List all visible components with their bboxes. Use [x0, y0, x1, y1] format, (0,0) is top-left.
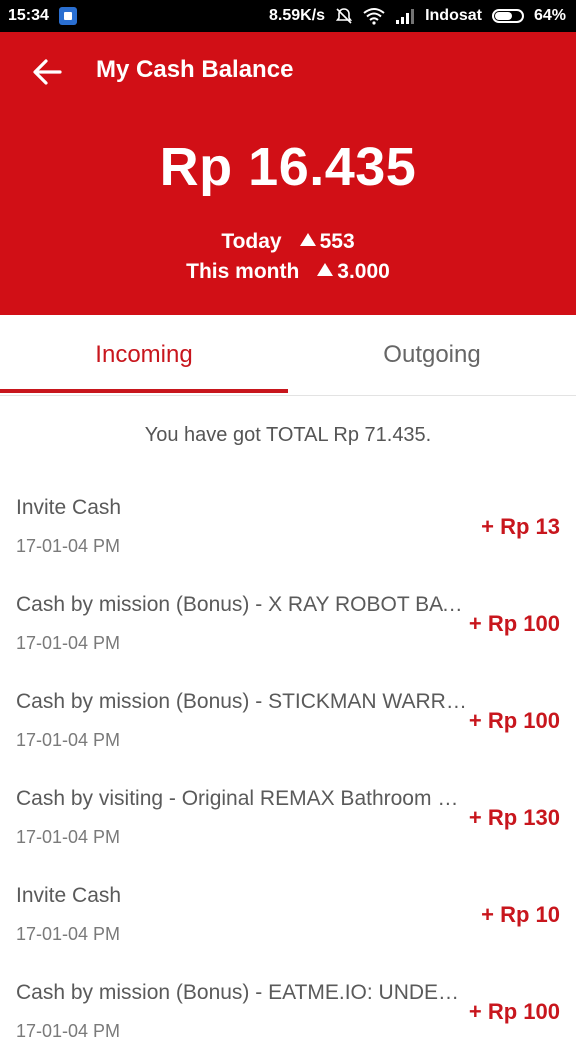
- item-title: Invite Cash: [16, 496, 122, 519]
- status-time: 15:34: [8, 7, 49, 24]
- network-speed: 8.59K/s: [269, 7, 326, 24]
- item-title: Cash by mission (Bonus) - STICKMAN WARRI…: [16, 690, 468, 713]
- item-date: 17-01-04 PM: [16, 633, 121, 653]
- item-amount: + Rp 100: [468, 611, 560, 636]
- up-triangle-icon: [317, 263, 334, 276]
- item-amount: + Rp 100: [468, 708, 560, 733]
- today-label: Today: [221, 230, 282, 253]
- tab-outgoing[interactable]: Outgoing: [288, 315, 576, 395]
- today-stat: Today 553: [0, 230, 576, 254]
- battery-icon: [491, 9, 524, 23]
- item-date: 17-01-04 PM: [16, 827, 121, 847]
- month-stat: This month 3.000: [0, 260, 576, 284]
- list-item[interactable]: Cash by visiting - Original REMAX Bathro…: [0, 761, 576, 858]
- page-title: My Cash Balance: [96, 56, 294, 83]
- transaction-list: Invite Cash 17-01-04 PM + Rp 13 Cash by …: [0, 470, 576, 1052]
- tab-incoming[interactable]: Incoming: [0, 315, 288, 395]
- bbm-icon: [58, 7, 77, 25]
- item-date: 17-01-04 PM: [16, 730, 121, 750]
- cash-balance: Rp 16.435: [159, 137, 417, 197]
- list-item[interactable]: Invite Cash 17-01-04 PM + Rp 10: [0, 858, 576, 955]
- item-date: 17-01-04 PM: [16, 924, 121, 944]
- back-button[interactable]: [30, 54, 66, 90]
- list-item[interactable]: Cash by mission (Bonus) - STICKMAN WARRI…: [0, 664, 576, 761]
- today-value: 553: [319, 230, 355, 253]
- item-title: Invite Cash: [16, 884, 122, 907]
- item-amount: + Rp 130: [468, 805, 560, 830]
- item-date: 17-01-04 PM: [16, 1021, 121, 1041]
- month-label: This month: [186, 260, 300, 283]
- list-item[interactable]: Cash by mission (Bonus) - EATME.IO: UNDE…: [0, 955, 576, 1052]
- list-item[interactable]: Cash by mission (Bonus) - X RAY ROBOT BA…: [0, 567, 576, 664]
- item-date: 17-01-04 PM: [16, 536, 121, 556]
- total-summary: You have got TOTAL Rp 71.435.: [144, 424, 432, 446]
- item-amount: + Rp 100: [468, 999, 560, 1024]
- wifi-icon: [363, 8, 385, 25]
- item-title: Cash by mission (Bonus) - EATME.IO: UNDE…: [16, 981, 468, 1004]
- battery-level: 64%: [533, 7, 566, 24]
- item-title: Cash by visiting - Original REMAX Bathro…: [16, 787, 468, 810]
- back-arrow-icon: [33, 59, 62, 85]
- month-value: 3.000: [337, 260, 390, 283]
- status-bar: 15:34 8.59K/s Indosat 64%: [0, 0, 576, 32]
- balance-header: My Cash Balance Rp 16.435 Today 553 This …: [0, 32, 576, 315]
- item-title: Cash by mission (Bonus) - X RAY ROBOT BA…: [16, 593, 468, 616]
- signal-icon: [396, 9, 415, 24]
- up-triangle-icon: [299, 233, 316, 246]
- item-amount: + Rp 13: [481, 514, 560, 539]
- list-item[interactable]: Invite Cash 17-01-04 PM + Rp 13: [0, 470, 576, 567]
- carrier-name: Indosat: [425, 7, 482, 24]
- active-tab-indicator: [0, 389, 288, 393]
- item-amount: + Rp 10: [481, 902, 560, 927]
- mute-bell-icon: [335, 8, 353, 24]
- tab-bar: Incoming Outgoing: [0, 315, 576, 396]
